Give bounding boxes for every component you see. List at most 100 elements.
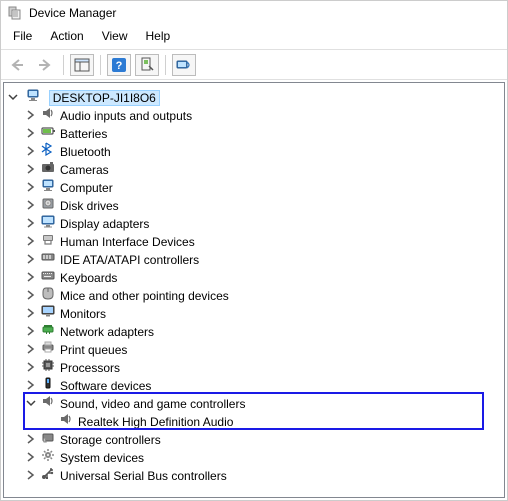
remote-computer-button[interactable] — [172, 54, 196, 76]
category-keyboards[interactable]: Keyboards — [24, 267, 502, 285]
category-computer[interactable]: Computer — [24, 177, 502, 195]
category-monitors[interactable]: Monitors — [24, 303, 502, 321]
category-label[interactable]: Batteries — [60, 127, 107, 141]
category-label[interactable]: Software devices — [60, 379, 151, 393]
chevron-right-icon[interactable] — [24, 450, 38, 464]
chevron-right-icon[interactable] — [24, 234, 38, 248]
speaker-icon — [58, 411, 74, 427]
menu-action[interactable]: Action — [42, 27, 91, 45]
monitors-icon — [40, 303, 56, 319]
category-label[interactable]: Monitors — [60, 307, 106, 321]
chevron-right-icon[interactable] — [24, 144, 38, 158]
svg-icon — [40, 393, 56, 409]
category-label[interactable]: Keyboards — [60, 271, 117, 285]
category-system-devices[interactable]: System devices — [24, 447, 502, 465]
category-label[interactable]: Processors — [60, 361, 120, 375]
chevron-right-icon[interactable] — [24, 432, 38, 446]
chevron-right-icon[interactable] — [24, 216, 38, 230]
toolbar-separator — [100, 55, 101, 75]
root-label[interactable]: DESKTOP-JI1I8O6 — [49, 90, 160, 106]
chevron-right-icon[interactable] — [24, 252, 38, 266]
bluetooth-icon — [40, 141, 56, 157]
processors-icon — [40, 357, 56, 373]
category-mice[interactable]: Mice and other pointing devices — [24, 285, 502, 303]
chevron-right-icon[interactable] — [24, 180, 38, 194]
category-label[interactable]: Display adapters — [60, 217, 149, 231]
help-button[interactable] — [107, 54, 131, 76]
window-title: Device Manager — [29, 6, 116, 20]
batteries-icon — [40, 123, 56, 139]
device-realtek-audio[interactable]: Realtek High Definition Audio — [42, 411, 502, 429]
menu-file[interactable]: File — [5, 27, 40, 45]
category-label[interactable]: Bluetooth — [60, 145, 111, 159]
category-display-adapters[interactable]: Display adapters — [24, 213, 502, 231]
chevron-right-icon[interactable] — [24, 378, 38, 392]
category-disk-drives[interactable]: Disk drives — [24, 195, 502, 213]
toolbar-separator — [63, 55, 64, 75]
category-bluetooth[interactable]: Bluetooth — [24, 141, 502, 159]
back-button[interactable] — [5, 54, 29, 76]
category-label[interactable]: System devices — [60, 451, 144, 465]
category-audio-io[interactable]: Audio inputs and outputs — [24, 105, 502, 123]
devmgr-icon — [7, 5, 23, 21]
computer-icon — [40, 177, 56, 193]
chevron-right-icon[interactable] — [24, 126, 38, 140]
toolbar-separator — [165, 55, 166, 75]
menubar: File Action View Help — [1, 25, 507, 50]
category-label[interactable]: IDE ATA/ATAPI controllers — [60, 253, 199, 267]
hid-icon — [40, 231, 56, 247]
chevron-right-icon[interactable] — [24, 342, 38, 356]
category-software-devices[interactable]: Software devices — [24, 375, 502, 393]
chevron-right-icon[interactable] — [24, 468, 38, 482]
usb-icon — [40, 465, 56, 481]
device-label[interactable]: Realtek High Definition Audio — [78, 415, 233, 429]
chevron-right-icon[interactable] — [24, 360, 38, 374]
category-network[interactable]: Network adapters — [24, 321, 502, 339]
device-tree[interactable]: DESKTOP-JI1I8O6 Audio inputs and outputs… — [3, 82, 505, 498]
display-adapters-icon — [40, 213, 56, 229]
keyboards-icon — [40, 267, 56, 283]
category-ide[interactable]: IDE ATA/ATAPI controllers — [24, 249, 502, 267]
category-label[interactable]: Print queues — [60, 343, 127, 357]
chevron-down-icon[interactable] — [6, 90, 20, 104]
scan-hardware-button[interactable] — [135, 54, 159, 76]
disk-drives-icon — [40, 195, 56, 211]
root-node[interactable]: DESKTOP-JI1I8O6 — [6, 87, 502, 105]
category-label[interactable]: Network adapters — [60, 325, 154, 339]
category-label[interactable]: Audio inputs and outputs — [60, 109, 192, 123]
audio-io-icon — [40, 105, 56, 121]
category-label[interactable]: Sound, video and game controllers — [60, 397, 245, 411]
category-label[interactable]: Disk drives — [60, 199, 119, 213]
category-processors[interactable]: Processors — [24, 357, 502, 375]
chevron-right-icon[interactable] — [24, 270, 38, 284]
category-cameras[interactable]: Cameras — [24, 159, 502, 177]
chevron-right-icon[interactable] — [24, 324, 38, 338]
category-usb[interactable]: Universal Serial Bus controllers — [24, 465, 502, 483]
menu-view[interactable]: View — [94, 27, 136, 45]
category-label[interactable]: Universal Serial Bus controllers — [60, 469, 227, 483]
chevron-down-icon[interactable] — [24, 396, 38, 410]
software-devices-icon — [40, 375, 56, 391]
show-hide-tree-button[interactable] — [70, 54, 94, 76]
category-print-queues[interactable]: Print queues — [24, 339, 502, 357]
chevron-right-icon[interactable] — [24, 306, 38, 320]
chevron-right-icon[interactable] — [24, 198, 38, 212]
system-devices-icon — [40, 447, 56, 463]
chevron-right-icon[interactable] — [24, 288, 38, 302]
forward-button[interactable] — [33, 54, 57, 76]
chevron-right-icon[interactable] — [24, 162, 38, 176]
menu-help[interactable]: Help — [138, 27, 179, 45]
category-label[interactable]: Computer — [60, 181, 113, 195]
category-batteries[interactable]: Batteries — [24, 123, 502, 141]
toolbar — [1, 50, 507, 80]
category-label[interactable]: Cameras — [60, 163, 109, 177]
mice-icon — [40, 285, 56, 301]
category-label[interactable]: Mice and other pointing devices — [60, 289, 229, 303]
category-label[interactable]: Human Interface Devices — [60, 235, 195, 249]
category-storage[interactable]: Storage controllers — [24, 429, 502, 447]
category-label[interactable]: Storage controllers — [60, 433, 161, 447]
category-svg[interactable]: Sound, video and game controllers — [24, 393, 502, 411]
category-hid[interactable]: Human Interface Devices — [24, 231, 502, 249]
titlebar: Device Manager — [1, 1, 507, 25]
chevron-right-icon[interactable] — [24, 108, 38, 122]
